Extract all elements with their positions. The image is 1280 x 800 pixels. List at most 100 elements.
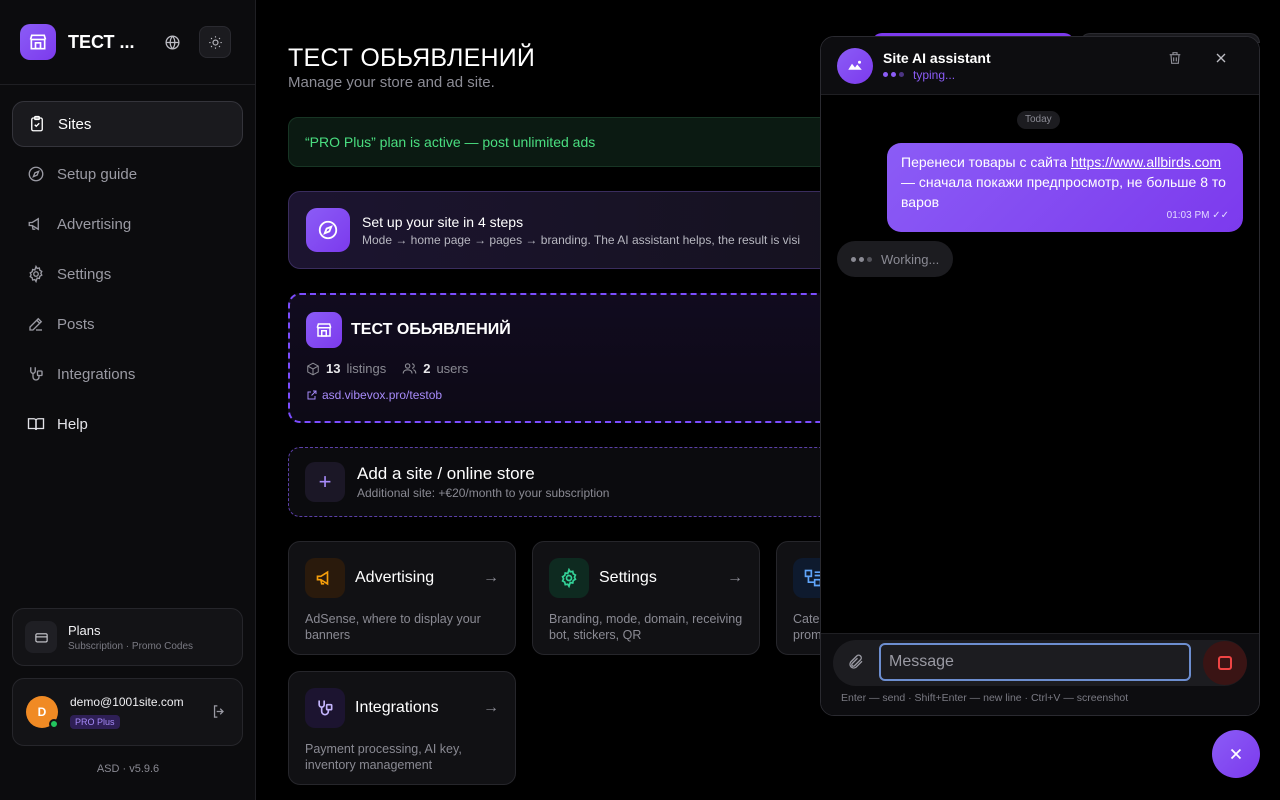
message-input[interactable] bbox=[879, 643, 1191, 681]
ai-assistant-panel: Site AI assistant typing... Today Перене… bbox=[820, 36, 1260, 716]
sidebar-item-settings[interactable]: Settings bbox=[12, 251, 243, 297]
paperclip-icon[interactable] bbox=[847, 653, 865, 676]
brand-bar: ТЕСТ ... bbox=[0, 0, 255, 85]
site-card[interactable]: ТЕСТ ОБЬЯВЛЕНИЙ 13 listings 2 users asd.… bbox=[288, 293, 848, 423]
plug-icon bbox=[30, 367, 43, 381]
megaphone-icon bbox=[28, 217, 39, 231]
tile-description: Branding, mode, domain, receiving bot, s… bbox=[549, 612, 743, 642]
chat-header: Site AI assistant typing... bbox=[821, 37, 1259, 95]
credit-card-icon bbox=[25, 621, 57, 653]
compass-icon bbox=[28, 166, 44, 182]
sidebar-item-label: Sites bbox=[58, 115, 92, 133]
tile-title: Settings bbox=[599, 569, 657, 586]
plan-status-banner: “PRO Plus” plan is active — post unlimit… bbox=[288, 117, 848, 167]
page-title: ТЕСТ ОБЬЯВЛЕНИЙ bbox=[288, 44, 536, 72]
sidebar-item-label: Advertising bbox=[57, 215, 132, 233]
setup-subtitle: Mode → home page → pages → branding. The… bbox=[362, 232, 801, 247]
users-icon bbox=[402, 363, 417, 374]
user-card: D demo@1001site.com PRO Plus bbox=[12, 678, 243, 746]
arrow-right-icon: → bbox=[483, 699, 499, 716]
sidebar-item-label: Integrations bbox=[57, 365, 136, 383]
stop-icon bbox=[1218, 656, 1232, 670]
store-logo-icon[interactable] bbox=[20, 24, 56, 60]
sidebar-item-sites[interactable]: Sites bbox=[12, 101, 243, 147]
users-stat: 2 users bbox=[402, 361, 468, 376]
plans-card[interactable]: Plans Subscription · Promo Codes bbox=[12, 608, 243, 666]
box-icon bbox=[307, 362, 319, 375]
user-email: demo@1001site.com bbox=[70, 694, 184, 709]
typing-dots bbox=[883, 72, 907, 77]
add-site-subtitle: Additional site: +€20/month to your subs… bbox=[357, 486, 610, 500]
message-text-after: — сначала покажи предпросмотр, не больше… bbox=[901, 174, 1226, 210]
users-count: 2 bbox=[423, 361, 431, 376]
sidebar: ТЕСТ ... Sites Setup guide Advertising S… bbox=[0, 0, 256, 800]
tile-title: Integrations bbox=[355, 699, 439, 716]
keyboard-hint: Enter — send · Shift+Enter — new line · … bbox=[841, 692, 1129, 704]
site-url-link[interactable]: asd.vibevox.pro/testob bbox=[306, 388, 830, 402]
gear-icon bbox=[29, 265, 43, 283]
sidebar-nav: Sites Setup guide Advertising Settings P… bbox=[12, 101, 243, 451]
plans-subtitle: Subscription · Promo Codes bbox=[68, 640, 194, 652]
logout-icon[interactable] bbox=[211, 703, 228, 725]
app-version: ASD · v5.9.6 bbox=[96, 763, 160, 775]
advertising-tile[interactable]: Advertising → AdSense, where to display … bbox=[288, 541, 516, 655]
sidebar-item-label: Help bbox=[57, 415, 88, 433]
plans-title: Plans bbox=[68, 622, 101, 638]
compass-icon bbox=[306, 208, 350, 252]
book-icon bbox=[27, 418, 45, 431]
site-url: asd.vibevox.pro/testob bbox=[322, 388, 443, 402]
close-icon[interactable] bbox=[1213, 50, 1229, 71]
brand-name[interactable]: ТЕСТ ... bbox=[68, 32, 138, 53]
typing-label: typing... bbox=[913, 67, 956, 82]
close-chat-fab[interactable] bbox=[1212, 730, 1260, 778]
tile-description: AdSense, where to display your banners bbox=[305, 612, 481, 642]
working-dots bbox=[851, 256, 875, 262]
trash-icon[interactable] bbox=[1167, 50, 1183, 71]
online-status-dot bbox=[49, 719, 59, 729]
external-link-icon bbox=[307, 390, 317, 400]
add-site-title: Add a site / online store bbox=[357, 464, 535, 483]
listings-count: 13 bbox=[326, 361, 341, 376]
clipboard-check-icon bbox=[31, 115, 43, 132]
message-link[interactable]: https://www.allbirds.com bbox=[1071, 154, 1221, 170]
arrow-right-icon: → bbox=[727, 569, 743, 586]
sidebar-item-help[interactable]: Help bbox=[12, 401, 243, 447]
chat-composer: Enter — send · Shift+Enter — new line · … bbox=[821, 633, 1259, 715]
listings-stat: 13 listings bbox=[306, 361, 386, 376]
arrow-right-icon: → bbox=[483, 569, 499, 586]
tile-description: Payment processing, AI key, inventory ma… bbox=[305, 742, 462, 772]
setup-guide-card[interactable]: Set up your site in 4 steps Mode → home … bbox=[288, 191, 848, 269]
sun-icon[interactable] bbox=[199, 26, 231, 58]
outgoing-message: Перенеси товары с сайта https://www.allb… bbox=[887, 143, 1243, 232]
plan-badge: PRO Plus bbox=[70, 714, 120, 729]
users-label: users bbox=[436, 361, 469, 376]
sidebar-item-setup-guide[interactable]: Setup guide bbox=[12, 151, 243, 197]
sidebar-item-label: Settings bbox=[57, 265, 112, 283]
site-name: ТЕСТ ОБЬЯВЛЕНИЙ bbox=[351, 321, 511, 338]
pen-icon bbox=[29, 317, 43, 331]
avatar-initial: D bbox=[37, 705, 47, 719]
megaphone-icon bbox=[305, 558, 345, 598]
integrations-tile[interactable]: Integrations → Payment processing, AI ke… bbox=[288, 671, 516, 785]
day-separator: Today bbox=[1017, 111, 1060, 129]
plug-icon bbox=[305, 688, 345, 728]
gear-icon bbox=[549, 558, 589, 598]
settings-tile[interactable]: Settings → Branding, mode, domain, recei… bbox=[532, 541, 760, 655]
message-meta: 01:03 PM ✓✓ bbox=[1167, 206, 1229, 226]
chat-title: Site AI assistant bbox=[883, 49, 991, 66]
sidebar-item-advertising[interactable]: Advertising bbox=[12, 201, 243, 247]
store-icon bbox=[306, 312, 342, 348]
sidebar-item-label: Posts bbox=[57, 315, 95, 333]
setup-title: Set up your site in 4 steps bbox=[362, 213, 524, 230]
close-icon bbox=[1230, 748, 1242, 760]
avatar[interactable]: D bbox=[26, 696, 59, 729]
working-label: Working... bbox=[881, 251, 940, 267]
typing-indicator: typing... bbox=[883, 68, 991, 82]
tile-title: Advertising bbox=[355, 569, 435, 586]
stop-button[interactable] bbox=[1203, 641, 1247, 685]
page-subtitle: Manage your store and ad site. bbox=[288, 74, 495, 91]
sidebar-item-posts[interactable]: Posts bbox=[12, 301, 243, 347]
globe-icon[interactable] bbox=[156, 26, 188, 58]
add-site-card[interactable]: + Add a site / online store Additional s… bbox=[288, 447, 848, 517]
sidebar-item-integrations[interactable]: Integrations bbox=[12, 351, 243, 397]
